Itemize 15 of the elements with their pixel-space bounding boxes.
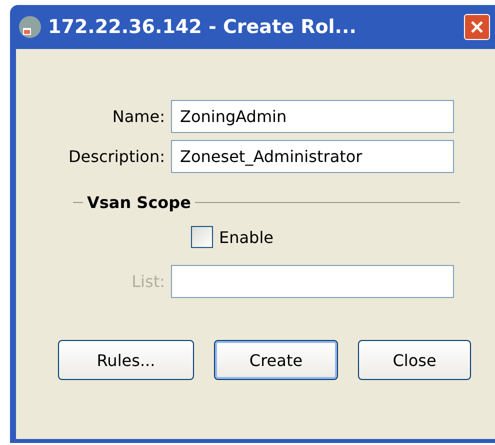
group-title: Vsan Scope [86, 193, 192, 212]
text-field[interactable]: ZoningAdmin [171, 100, 454, 132]
field-label: List: [130, 272, 166, 290]
dialog-button[interactable]: Create [214, 340, 338, 380]
dialog-button[interactable]: Rules... [58, 340, 194, 380]
field-label: Name: [111, 106, 166, 126]
window-title: 172.22.36.142 - Create Rol... [48, 16, 358, 38]
checkbox-label: Enable [219, 228, 274, 246]
app-icon [18, 15, 42, 39]
close-button[interactable] [464, 14, 490, 40]
text-field[interactable]: Zoneset_Administrator [171, 140, 454, 172]
close-icon [469, 19, 485, 35]
field-label: Description: [67, 146, 166, 166]
enable-checkbox[interactable] [191, 226, 213, 248]
dialog-button[interactable]: Close [358, 340, 471, 380]
